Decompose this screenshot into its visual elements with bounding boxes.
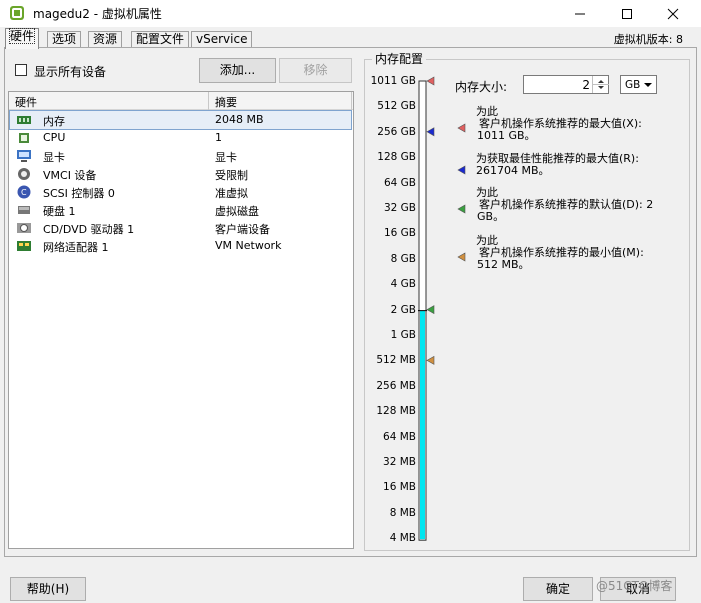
memory-slider[interactable]: [368, 70, 438, 545]
table-row[interactable]: C SCSI 控制器 0 准虚拟: [10, 183, 351, 201]
memory-unit-select[interactable]: GB: [620, 75, 657, 94]
legend-line: 512 MB。: [477, 258, 530, 271]
hardware-name: 硬盘 1: [43, 205, 76, 218]
memory-icon: [17, 116, 31, 124]
tab-options[interactable]: 选项: [47, 31, 82, 48]
memory-size-label: 内存大小:: [455, 80, 508, 94]
vm-version: 虚拟机版本: 8: [613, 33, 683, 46]
legend-text: 为此 客户机操作系统推荐的默认值(D): 2 GB。: [476, 187, 653, 223]
hardware-summary: 显卡: [215, 151, 237, 164]
tab-resources[interactable]: 资源: [88, 31, 123, 48]
tab-vservice[interactable]: vService: [191, 31, 253, 48]
tab-profiles[interactable]: 配置文件: [131, 31, 190, 48]
hardware-name: 显卡: [43, 151, 65, 164]
minimize-button[interactable]: [560, 2, 600, 24]
disk-icon: [18, 206, 30, 214]
max-recommended-icon: [457, 123, 466, 133]
hardware-summary: 虚拟磁盘: [215, 205, 259, 218]
legend-line: GB。: [477, 210, 505, 223]
column-divider[interactable]: [208, 92, 209, 110]
maximize-button[interactable]: [607, 2, 647, 24]
max-performance-icon: [457, 165, 466, 175]
column-header-summary[interactable]: 摘要: [215, 94, 237, 110]
table-row[interactable]: VMCI 设备 受限制: [10, 165, 351, 183]
table-row[interactable]: 硬盘 1 虚拟磁盘: [10, 201, 351, 219]
legend-text: 为获取最佳性能推荐的最大值(R): 261704 MB。: [476, 153, 639, 177]
hardware-summary: 2048 MB: [215, 113, 264, 126]
chevron-down-icon: [644, 83, 652, 87]
hardware-summary: 1: [215, 131, 222, 144]
svg-text:C: C: [21, 188, 27, 197]
close-icon: [667, 8, 679, 20]
hardware-name: 网络适配器 1: [43, 241, 109, 254]
memory-size-value[interactable]: 2: [582, 78, 590, 92]
hardware-table: 硬件 摘要 内存 2048 MB CPU 1 显卡 显卡 VMCI 设备 受限制 C SCSI 控…: [8, 91, 354, 549]
slider-fill: [420, 310, 425, 540]
table-row[interactable]: CPU 1: [10, 129, 351, 147]
hardware-summary: 受限制: [215, 169, 248, 182]
tab-hardware[interactable]: 硬件: [5, 28, 40, 49]
window-title: magedu2 - 虚拟机属性: [33, 7, 162, 21]
hardware-name: VMCI 设备: [43, 169, 97, 182]
title-bar: magedu2 - 虚拟机属性: [0, 0, 701, 27]
legend-text: 为此 客户机操作系统推荐的最大值(X): 1011 GB。: [476, 106, 642, 142]
memory-unit-value: GB: [625, 79, 641, 91]
legend-line: 1011 GB。: [477, 129, 536, 142]
table-row[interactable]: CD/DVD 驱动器 1 客户端设备: [10, 219, 351, 237]
watermark-text: @51CTO博客: [596, 579, 673, 593]
vmci-icon: [18, 168, 30, 180]
min-recommended-icon: [457, 252, 466, 262]
ok-button[interactable]: 确定: [523, 577, 593, 601]
vm-app-icon: [10, 6, 24, 20]
close-button[interactable]: [653, 2, 693, 24]
memory-size-spinner[interactable]: 2: [523, 75, 609, 94]
minimize-icon: [575, 13, 585, 15]
tab-bar: 硬件 选项 资源 配置文件 vService 虚拟机版本: 8: [0, 28, 701, 49]
table-row[interactable]: 显卡 显卡: [10, 147, 351, 165]
show-all-devices-checkbox[interactable]: [15, 64, 27, 76]
legend-text: 为此 客户机操作系统推荐的最小值(M): 512 MB。: [476, 235, 644, 271]
memory-config-title: 内存配置: [372, 50, 427, 67]
table-row[interactable]: 内存 2048 MB: [9, 110, 352, 130]
show-all-devices-label: 显示所有设备: [34, 65, 107, 79]
hardware-summary: 准虚拟: [215, 187, 248, 200]
remove-button[interactable]: 移除: [279, 58, 352, 83]
max-recommended-marker: [426, 76, 435, 86]
hardware-name: 内存: [43, 115, 65, 128]
help-button[interactable]: 帮助(H): [10, 577, 86, 601]
hardware-name: SCSI 控制器 0: [43, 187, 115, 200]
hardware-summary: VM Network: [215, 239, 282, 252]
hardware-summary: 客户端设备: [215, 223, 270, 236]
default-recommended-icon: [457, 204, 466, 214]
column-header-hardware[interactable]: 硬件: [15, 94, 37, 110]
min-recommended-marker: [426, 355, 435, 365]
table-header: 硬件 摘要: [9, 92, 353, 110]
cdrom-icon: [17, 223, 31, 233]
spinner-up-down-icon: [593, 80, 609, 89]
maximize-icon: [622, 9, 632, 19]
add-button[interactable]: 添加...: [199, 58, 276, 83]
table-row[interactable]: 网络适配器 1 VM Network: [10, 237, 351, 255]
max-performance-marker: [426, 127, 435, 137]
display-icon: [17, 150, 31, 162]
hardware-name: CPU: [43, 131, 66, 144]
default-recommended-marker: [426, 305, 435, 315]
column-divider[interactable]: [351, 92, 352, 110]
scsi-icon: C: [17, 185, 31, 199]
legend-line: 261704 MB。: [476, 164, 550, 177]
spinner-arrows[interactable]: [592, 76, 609, 93]
hardware-name: CD/DVD 驱动器 1: [43, 223, 135, 236]
cpu-icon: [19, 133, 29, 143]
network-icon: [17, 241, 31, 251]
